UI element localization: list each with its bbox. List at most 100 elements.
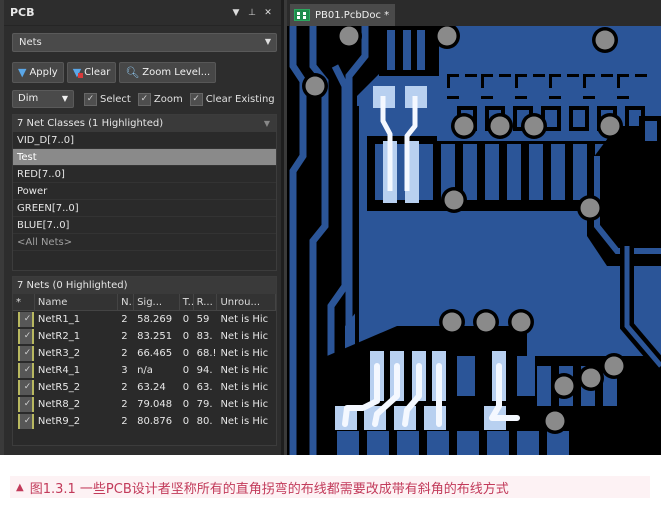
net-class-item-selected[interactable]: Test: [13, 149, 276, 166]
net-class-item-all[interactable]: <All Nets>: [13, 234, 276, 251]
checkmark-icon: ✓: [18, 329, 34, 344]
mode-select[interactable]: Nets ▼: [12, 33, 277, 52]
net-unrouted: Net is Hic: [220, 399, 269, 410]
net-class-item[interactable]: GREEN[7..0]: [13, 200, 276, 217]
via: [595, 30, 615, 50]
zoom-checkbox[interactable]: ✓ Zoom: [137, 92, 183, 106]
silkscreen-mark: [601, 74, 613, 77]
net-node-count: 2: [121, 348, 128, 359]
net-checkbox[interactable]: ✓: [13, 311, 35, 328]
net-signal-length: 79.048: [137, 399, 173, 410]
pad: [397, 431, 419, 455]
net-class-item[interactable]: BLUE[7..0]: [13, 217, 276, 234]
clear-filter-icon: ▼: [72, 66, 84, 79]
checkmark-icon: ✓: [84, 92, 97, 106]
net-class-item[interactable]: RED[7..0]: [13, 166, 276, 183]
nets-rows: ✓ NetR1_1 2 58.269 0 59 Net is Hic ✓ NetR2_1 2 83.…: [13, 311, 276, 430]
net-class-item[interactable]: VID_D[7..0]: [13, 132, 276, 149]
column-header[interactable]: R...: [194, 294, 218, 310]
net-row[interactable]: ✓ NetR1_1 2 58.269 0 59 Net is Hic: [13, 311, 276, 328]
column-header[interactable]: T...: [180, 294, 194, 310]
net-signal-length: 63.24: [137, 382, 166, 393]
net-checkbox[interactable]: ✓: [13, 413, 35, 430]
net-routed-length: 63.: [196, 382, 213, 393]
pad: [367, 431, 389, 455]
column-header[interactable]: N..: [118, 294, 135, 310]
silkscreen-mark: [499, 74, 511, 77]
net-name: NetR5_2: [37, 382, 81, 393]
mode-select-value: Nets: [19, 37, 42, 48]
via: [339, 26, 359, 46]
net-routed-length: 68.!: [196, 348, 217, 359]
smd-pad: [419, 144, 433, 200]
nets-table: 7 Nets (0 Highlighted) * Name N.. Sig...…: [12, 276, 277, 446]
net-unrouted: Net is Hic: [220, 365, 269, 376]
net-class-item[interactable]: Power: [13, 183, 276, 200]
clear-existing-label: Clear Existing: [205, 93, 275, 105]
net-row[interactable]: ✓ NetR5_2 2 63.24 0 63. Net is Hic: [13, 379, 276, 396]
pad: [487, 431, 509, 455]
pad: [547, 431, 569, 455]
pad: [427, 431, 449, 455]
close-icon[interactable]: ✕: [261, 8, 275, 18]
net-unrouted: Net is Hic: [220, 348, 269, 359]
nets-column-headers: * Name N.. Sig... T... R... Unrou...: [13, 294, 276, 311]
column-header[interactable]: Unrou...: [217, 294, 276, 310]
silkscreen-mark: [515, 74, 518, 88]
column-header[interactable]: Sig...: [134, 294, 180, 310]
net-checkbox[interactable]: ✓: [13, 396, 35, 413]
net-classes-header[interactable]: 7 Net Classes (1 Highlighted) ▼: [13, 115, 276, 132]
clear-existing-checkbox[interactable]: ✓ Clear Existing: [189, 92, 275, 106]
net-unrouted: Net is Hic: [220, 314, 269, 325]
net-checkbox[interactable]: ✓: [13, 328, 35, 345]
column-header[interactable]: *: [13, 294, 35, 310]
pin-icon[interactable]: ⊥: [245, 8, 259, 18]
via: [437, 26, 457, 46]
net-classes-title: 7 Net Classes (1 Highlighted): [17, 118, 164, 129]
zoom-label: Zoom: [153, 93, 183, 105]
filter-toolbar: ▼ Apply ▼ Clear 🔍︎ Zoom Level...: [12, 62, 217, 83]
pcb-canvas[interactable]: [287, 26, 661, 455]
net-row[interactable]: ✓ NetR9_2 2 80.876 0 80. Net is Hic: [13, 413, 276, 430]
net-checkbox[interactable]: ✓: [13, 345, 35, 362]
smd-pad: [485, 144, 499, 200]
select-checkbox[interactable]: ✓ Select: [84, 92, 131, 106]
highlight-mode-select[interactable]: Dim ▼: [12, 90, 74, 108]
via: [581, 368, 601, 388]
via: [490, 116, 510, 136]
net-node-count: 2: [121, 382, 128, 393]
net-row[interactable]: ✓ NetR8_2 2 79.048 0 79. Net is Hic: [13, 396, 276, 413]
net-checkbox[interactable]: ✓: [13, 362, 35, 379]
net-classes-list: 7 Net Classes (1 Highlighted) ▼ VID_D[7.…: [12, 114, 277, 271]
select-label: Select: [100, 93, 131, 105]
checkmark-icon: ✓: [18, 380, 34, 395]
silkscreen-mark: [447, 96, 459, 99]
zoom-level-button[interactable]: 🔍︎ Zoom Level...: [119, 62, 217, 83]
smd-pad: [573, 144, 587, 200]
net-t-value: 0: [182, 416, 190, 427]
pad: [417, 30, 425, 70]
pad: [403, 30, 411, 70]
net-row[interactable]: ✓ NetR4_1 3 n/a 0 94. Net is Hic: [13, 362, 276, 379]
nets-header: 7 Nets (0 Highlighted): [13, 277, 276, 294]
net-checkbox[interactable]: ✓: [13, 379, 35, 396]
via: [444, 190, 464, 210]
net-name: NetR3_2: [37, 348, 81, 359]
document-tabbar: PB01.PcbDoc *: [287, 0, 661, 26]
net-row[interactable]: ✓ NetR2_1 2 83.251 0 83. Net is Hic: [13, 328, 276, 345]
dropdown-icon[interactable]: ▼: [229, 8, 243, 18]
net-node-count: 2: [121, 416, 128, 427]
net-node-count: 2: [121, 331, 128, 342]
document-tab[interactable]: PB01.PcbDoc *: [290, 4, 396, 26]
pcb-board[interactable]: [287, 26, 661, 455]
net-name: NetR1_1: [37, 314, 81, 325]
column-header-name[interactable]: Name: [35, 294, 119, 310]
net-routed-length: 83.: [196, 331, 213, 342]
smd-pad: [507, 144, 521, 200]
silkscreen-mark: [481, 96, 493, 99]
net-name: NetR8_2: [37, 399, 81, 410]
net-t-value: 0: [182, 331, 190, 342]
apply-button[interactable]: ▼ Apply: [12, 62, 64, 83]
net-row[interactable]: ✓ NetR3_2 2 66.465 0 68.! Net is Hic: [13, 345, 276, 362]
clear-button[interactable]: ▼ Clear: [66, 62, 117, 83]
